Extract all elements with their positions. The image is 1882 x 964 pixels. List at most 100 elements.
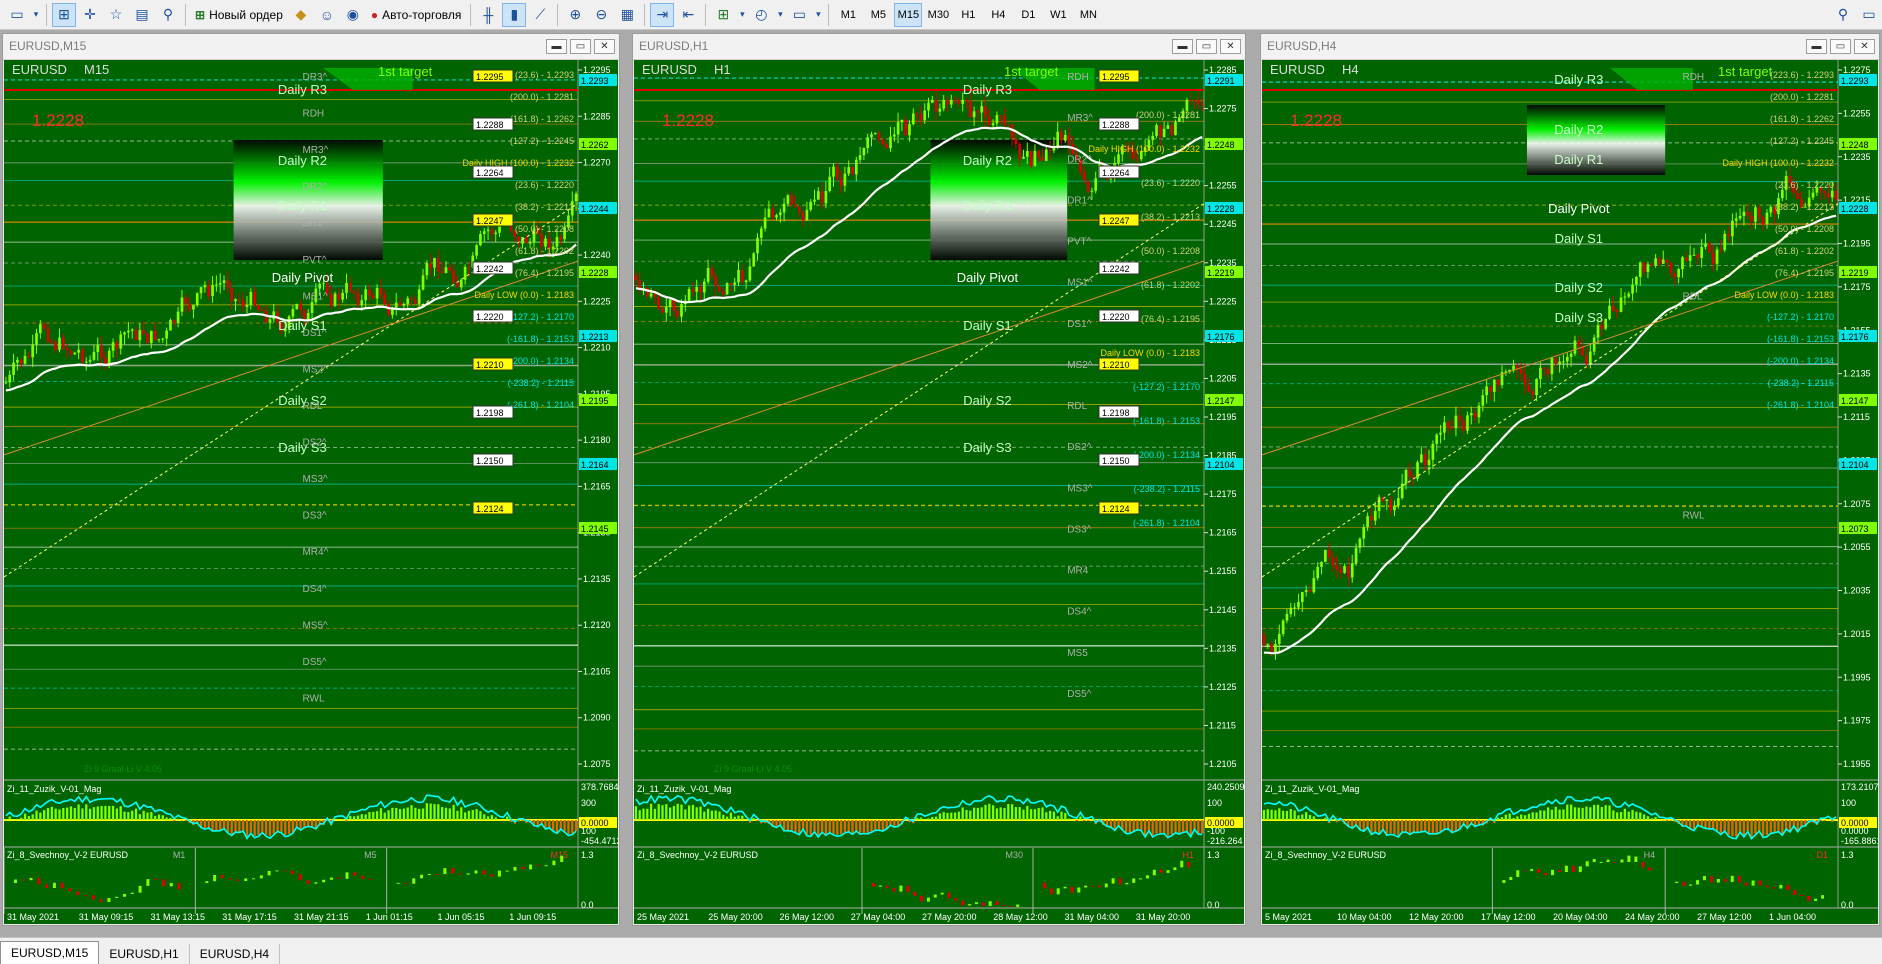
maximize-button[interactable]: ▭: [1196, 39, 1217, 54]
timeframe-mn[interactable]: MN: [1074, 3, 1102, 27]
timeframe-m15[interactable]: M15: [894, 2, 923, 27]
zoom-out-icon[interactable]: ⊖: [589, 3, 613, 27]
dropdown-icon[interactable]: ▾: [813, 3, 823, 27]
timeframe-m30[interactable]: M30: [924, 3, 952, 27]
osc2-candle: [1159, 869, 1163, 873]
osc1-scale-a: 300: [581, 798, 596, 808]
search-icon[interactable]: ⚲: [1831, 3, 1855, 27]
candle-body: [858, 155, 862, 160]
candlestick-icon[interactable]: ▮: [502, 2, 527, 27]
candle-body: [680, 304, 683, 317]
auto-trading-button[interactable]: ● Авто-торговля: [367, 3, 466, 27]
dropdown-icon[interactable]: ▾: [31, 3, 41, 27]
fibo-level-label: (61.8) - 1.2202: [1141, 280, 1200, 290]
new-order-button[interactable]: ⊞ Новый ордер: [191, 3, 287, 27]
fibo-level-label: (-161.8) - 1.2153: [507, 334, 574, 344]
osc2-candle: [974, 902, 978, 905]
periods-icon[interactable]: ◴: [749, 3, 773, 27]
osc2-candle: [474, 870, 478, 874]
candle-body: [1060, 131, 1063, 141]
osc2-candle: [1599, 861, 1603, 863]
chart-canvas: 1.22951.22851.22701.22551.22401.22251.22…: [4, 60, 618, 922]
osc2-candle: [1009, 905, 1013, 907]
chart-tabs: EURUSD,M15 EURUSD,H1 EURUSD,H4: [0, 937, 1882, 964]
fibo-level-label: (76.4) - 1.2195: [1141, 314, 1200, 324]
price-chart[interactable]: 1.22951.22851.22701.22551.22401.22251.22…: [4, 60, 618, 924]
osc2-candle: [1620, 859, 1624, 863]
osc2-candle: [521, 866, 525, 870]
osc2-candle: [205, 881, 209, 883]
osc2-candle: [981, 902, 985, 907]
maximize-button[interactable]: ▭: [1830, 39, 1851, 54]
osc2-timeframe-label: M5: [364, 850, 377, 860]
chart-titlebar[interactable]: EURUSD,H4 ▬ ▭ ✕: [1261, 34, 1879, 60]
favorites-icon[interactable]: ☆: [104, 3, 128, 27]
tab-eurusd-h1[interactable]: EURUSD,H1: [99, 944, 190, 964]
close-button[interactable]: ✕: [1220, 39, 1241, 54]
navigator-icon[interactable]: ▤: [130, 3, 154, 27]
chart-window-m15[interactable]: EURUSD,M15 ▬ ▭ ✕ 1.22951.22851.22701.225…: [2, 33, 620, 926]
osc2-candle: [1118, 878, 1122, 885]
tab-eurusd-h4[interactable]: EURUSD,H4: [190, 944, 281, 964]
indicators-icon[interactable]: ⊞: [711, 3, 735, 27]
mm-level-label: MS3^: [302, 474, 328, 485]
timeframe-m5[interactable]: M5: [864, 3, 892, 27]
osc2-candle: [236, 879, 240, 881]
price-axis-label: 1.2075: [1843, 499, 1871, 509]
chart-shift-icon[interactable]: ⇤: [676, 3, 700, 27]
candle-body: [1343, 566, 1346, 573]
maximize-button[interactable]: ▭: [570, 39, 591, 54]
crosshair-icon[interactable]: ✛: [78, 3, 102, 27]
candle-body: [1496, 379, 1500, 386]
gold-icon[interactable]: ◆: [289, 3, 313, 27]
candle-body: [1297, 601, 1300, 608]
price-axis-label: 1.2165: [583, 481, 611, 491]
timeframe-d1[interactable]: D1: [1014, 3, 1042, 27]
osc2-candle: [146, 879, 150, 886]
line-chart-icon[interactable]: ⟋: [528, 3, 552, 27]
templates-icon[interactable]: ▭: [787, 3, 811, 27]
osc2-candle: [1502, 880, 1506, 883]
minimize-button[interactable]: ▬: [546, 39, 567, 54]
chat-icon[interactable]: ▭: [1857, 3, 1881, 27]
minimize-button[interactable]: ▬: [1806, 39, 1827, 54]
osc2-candle: [115, 896, 119, 898]
price-chart[interactable]: 1.22851.22751.22651.22551.22451.22351.22…: [634, 60, 1244, 924]
timeframe-h4[interactable]: H4: [984, 3, 1012, 27]
autoscroll-icon[interactable]: ⇥: [650, 2, 675, 27]
close-button[interactable]: ✕: [1854, 39, 1875, 54]
fibo-level-label: (223.6) - 1.2293: [1770, 70, 1834, 80]
price-chart[interactable]: 1.2275 1.2255 1.2235 1.2215 1.2195 1.2175 1.21…: [1262, 60, 1878, 924]
candle-body: [1393, 505, 1396, 511]
candle-body: [1562, 361, 1565, 363]
candle-body: [1761, 217, 1765, 225]
close-button[interactable]: ✕: [594, 39, 615, 54]
chart-titlebar[interactable]: EURUSD,H1 ▬ ▭ ✕: [633, 34, 1245, 60]
candle-body: [1830, 190, 1834, 198]
chart-titlebar[interactable]: EURUSD,M15 ▬ ▭ ✕: [3, 34, 619, 60]
osc2-candle: [552, 860, 556, 866]
signals-icon[interactable]: ◉: [341, 3, 365, 27]
chart-window-h1[interactable]: EURUSD,H1 ▬ ▭ ✕ 1.22851.22751.22651.2255…: [632, 33, 1246, 926]
person-icon[interactable]: ☺: [315, 3, 339, 27]
chart-window-h4[interactable]: EURUSD,H4 ▬ ▭ ✕ 1.2275 1.2255 1.2235 1.2215…: [1260, 33, 1880, 926]
candle-body: [1277, 633, 1281, 644]
candle-body: [61, 337, 65, 349]
timeframe-m1[interactable]: M1: [834, 3, 862, 27]
price-axis-label: 1.1955: [1843, 759, 1871, 769]
timeframe-h1[interactable]: H1: [954, 3, 982, 27]
tab-eurusd-m15[interactable]: EURUSD,M15: [0, 941, 100, 964]
market-watch-icon[interactable]: ⊞: [52, 2, 76, 27]
bar-chart-icon[interactable]: ╫: [476, 3, 500, 27]
tile-windows-icon[interactable]: ▦: [615, 3, 639, 27]
dropdown-icon[interactable]: ▾: [737, 3, 747, 27]
timeframe-w1[interactable]: W1: [1044, 3, 1072, 27]
dropdown-icon[interactable]: ▾: [775, 3, 785, 27]
zoom-in-icon[interactable]: ⊕: [563, 3, 587, 27]
strategy-tester-icon[interactable]: ⚲: [156, 3, 180, 27]
new-chart-icon[interactable]: ▭: [5, 3, 29, 27]
candle-body: [657, 296, 661, 309]
candle-body: [957, 100, 961, 104]
minimize-button[interactable]: ▬: [1172, 39, 1193, 54]
candle-body: [1014, 138, 1018, 144]
